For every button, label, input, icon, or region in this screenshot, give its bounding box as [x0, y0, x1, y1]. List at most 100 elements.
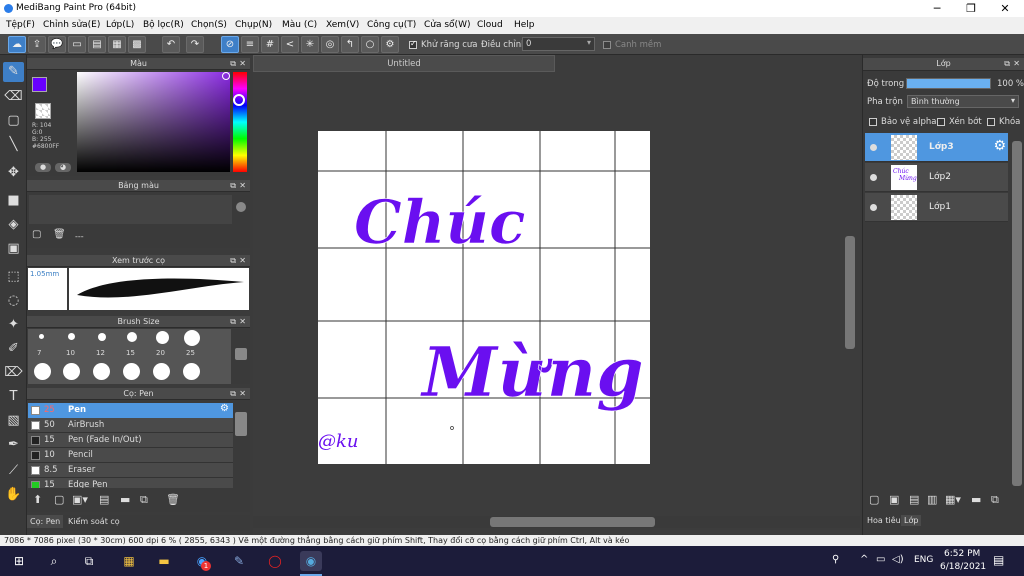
- tab-navigator[interactable]: Hoa tiêu: [865, 515, 903, 526]
- brush-menu-icon[interactable]: ▣▾: [72, 493, 88, 506]
- float-icon[interactable]: ⧉: [1004, 58, 1010, 70]
- blend-select[interactable]: Bình thường ▾: [907, 95, 1019, 108]
- redo-icon[interactable]: ↷: [186, 36, 204, 53]
- menu-select[interactable]: Chọn(S): [191, 20, 227, 30]
- document-tab[interactable]: Untitled: [253, 55, 555, 72]
- layer-add-menu-icon[interactable]: ▦▾: [945, 493, 961, 506]
- size-cell[interactable]: [183, 363, 200, 380]
- menu-color[interactable]: Màu (C): [282, 20, 317, 30]
- size-cell[interactable]: [153, 363, 170, 380]
- gear-icon[interactable]: ⚙: [220, 403, 229, 414]
- eye-icon[interactable]: [870, 174, 877, 181]
- float-icon[interactable]: ⧉: [230, 316, 236, 328]
- snap-settings-icon[interactable]: ⚙: [381, 36, 399, 53]
- brush-item-airbrush[interactable]: 50 AirBrush: [28, 418, 233, 433]
- delete-palette-icon[interactable]: 🗑: [53, 229, 66, 240]
- clipping-checkbox[interactable]: [937, 118, 945, 126]
- move-tool-icon[interactable]: ✥: [3, 163, 24, 183]
- minimize-button[interactable]: ─: [920, 0, 954, 17]
- lock-checkbox[interactable]: [987, 118, 995, 126]
- select-pen-icon[interactable]: ✐: [3, 339, 24, 359]
- snap-parallel-icon[interactable]: ≡: [241, 36, 259, 53]
- brush-item-edge-pen[interactable]: 15 Edge Pen: [28, 478, 233, 488]
- menu-capture[interactable]: Chụp(N): [235, 20, 272, 30]
- hand-tool-icon[interactable]: ✋: [3, 485, 24, 505]
- line-tool-icon[interactable]: ╲: [3, 135, 24, 155]
- size-cell[interactable]: [123, 363, 140, 380]
- size-cell[interactable]: 25: [178, 329, 208, 359]
- new-palette-icon[interactable]: ▢: [32, 229, 41, 240]
- select-rect-icon[interactable]: ⬚: [3, 267, 24, 287]
- close-button[interactable]: ✕: [988, 0, 1022, 17]
- page-icon[interactable]: ▤: [88, 36, 106, 53]
- adjust-select[interactable]: 0 ▾: [522, 37, 595, 51]
- tab-layer[interactable]: Lớp: [901, 515, 922, 526]
- saturation-value-picker[interactable]: [77, 72, 230, 172]
- comic-icon[interactable]: ▦: [108, 36, 126, 53]
- people-icon[interactable]: ⚲: [832, 554, 839, 565]
- sub-color-swatch[interactable]: [35, 103, 51, 119]
- size-cell[interactable]: [63, 363, 80, 380]
- windows-start-icon[interactable]: ⊞: [8, 551, 30, 571]
- pen-tool-icon[interactable]: ✒: [3, 435, 24, 455]
- snap-ellipse-icon[interactable]: ○: [361, 36, 379, 53]
- size-cell[interactable]: 7: [28, 329, 58, 359]
- task-view-icon[interactable]: ⧉: [78, 551, 100, 571]
- size-cell[interactable]: 10: [58, 329, 88, 359]
- notification-center-icon[interactable]: ▤: [993, 553, 1004, 567]
- folder-icon[interactable]: ▬: [971, 493, 981, 506]
- sv-cursor[interactable]: [222, 72, 230, 80]
- size-cell[interactable]: 20: [148, 329, 178, 359]
- new-halftone-icon[interactable]: ▣: [889, 493, 899, 506]
- hue-slider[interactable]: [233, 72, 247, 172]
- rect-tool-icon[interactable]: ▢: [3, 111, 24, 131]
- hue-cursor[interactable]: [233, 94, 245, 106]
- chevron-up-icon[interactable]: ^: [860, 554, 868, 565]
- layer-scrollbar[interactable]: [1012, 141, 1022, 486]
- canvas-paper[interactable]: Chúc Mừng @ku: [318, 131, 650, 464]
- tab-brush[interactable]: Cọ: Pen: [27, 515, 64, 528]
- close-icon[interactable]: ✕: [239, 316, 246, 328]
- network-icon[interactable]: ▭: [876, 554, 885, 565]
- folder-icon[interactable]: ▬: [120, 493, 130, 506]
- protect-alpha-checkbox[interactable]: [869, 118, 877, 126]
- float-icon[interactable]: ⧉: [230, 58, 236, 70]
- menu-view[interactable]: Xem(V): [326, 20, 359, 30]
- snap-grid-icon[interactable]: #: [261, 36, 279, 53]
- lasso-tool-icon[interactable]: ◌: [3, 291, 24, 311]
- brush-list-scrollbar[interactable]: [235, 412, 247, 436]
- brush-tool-icon[interactable]: ✎: [3, 62, 24, 82]
- antialias-checkbox[interactable]: [409, 39, 417, 49]
- search-icon[interactable]: ⌕: [43, 551, 65, 571]
- vertical-scrollbar[interactable]: [845, 236, 855, 349]
- snap-radial-icon[interactable]: ✳: [301, 36, 319, 53]
- magic-wand-icon[interactable]: ✦: [3, 315, 24, 335]
- eye-icon[interactable]: [870, 204, 877, 211]
- menu-tools[interactable]: Công cụ(T): [367, 20, 416, 30]
- new-8bit-icon[interactable]: ▤: [909, 493, 919, 506]
- eyedropper-tool-icon[interactable]: ⟋: [3, 461, 24, 481]
- snap-checkbox[interactable]: [603, 41, 611, 49]
- new-brush-icon[interactable]: ▢: [54, 493, 64, 506]
- snap-curve-icon[interactable]: ↰: [341, 36, 359, 53]
- layer-item-1[interactable]: Lớp1: [865, 193, 1008, 222]
- size-cell[interactable]: [34, 363, 51, 380]
- snap-off-icon[interactable]: ⊘: [221, 36, 239, 53]
- gradient-tool-icon[interactable]: ▣: [3, 239, 24, 259]
- medibang-icon[interactable]: ◉: [300, 551, 322, 571]
- opera-icon[interactable]: ◯: [264, 551, 286, 571]
- maximize-button[interactable]: ❐: [954, 0, 988, 17]
- volume-icon[interactable]: ◁): [892, 554, 904, 565]
- close-icon[interactable]: ✕: [239, 180, 246, 192]
- layer-item-2[interactable]: Chúc Mừng Lớp2: [865, 163, 1008, 192]
- bucket-tool-icon[interactable]: ◈: [3, 215, 24, 235]
- palette-area[interactable]: [29, 195, 232, 224]
- share-icon[interactable]: ⇪: [28, 36, 46, 53]
- delete-icon[interactable]: 🗑: [166, 493, 180, 506]
- float-icon[interactable]: ⧉: [230, 180, 236, 192]
- add-color-icon[interactable]: ●: [35, 163, 51, 172]
- clock-time[interactable]: 6:52 PM: [944, 549, 980, 559]
- brush-size-scrollbar[interactable]: [235, 348, 247, 360]
- brush-item-eraser[interactable]: 8.5 Eraser: [28, 463, 233, 478]
- brush-item-pen-fade[interactable]: 15 Pen (Fade In/Out): [28, 433, 233, 448]
